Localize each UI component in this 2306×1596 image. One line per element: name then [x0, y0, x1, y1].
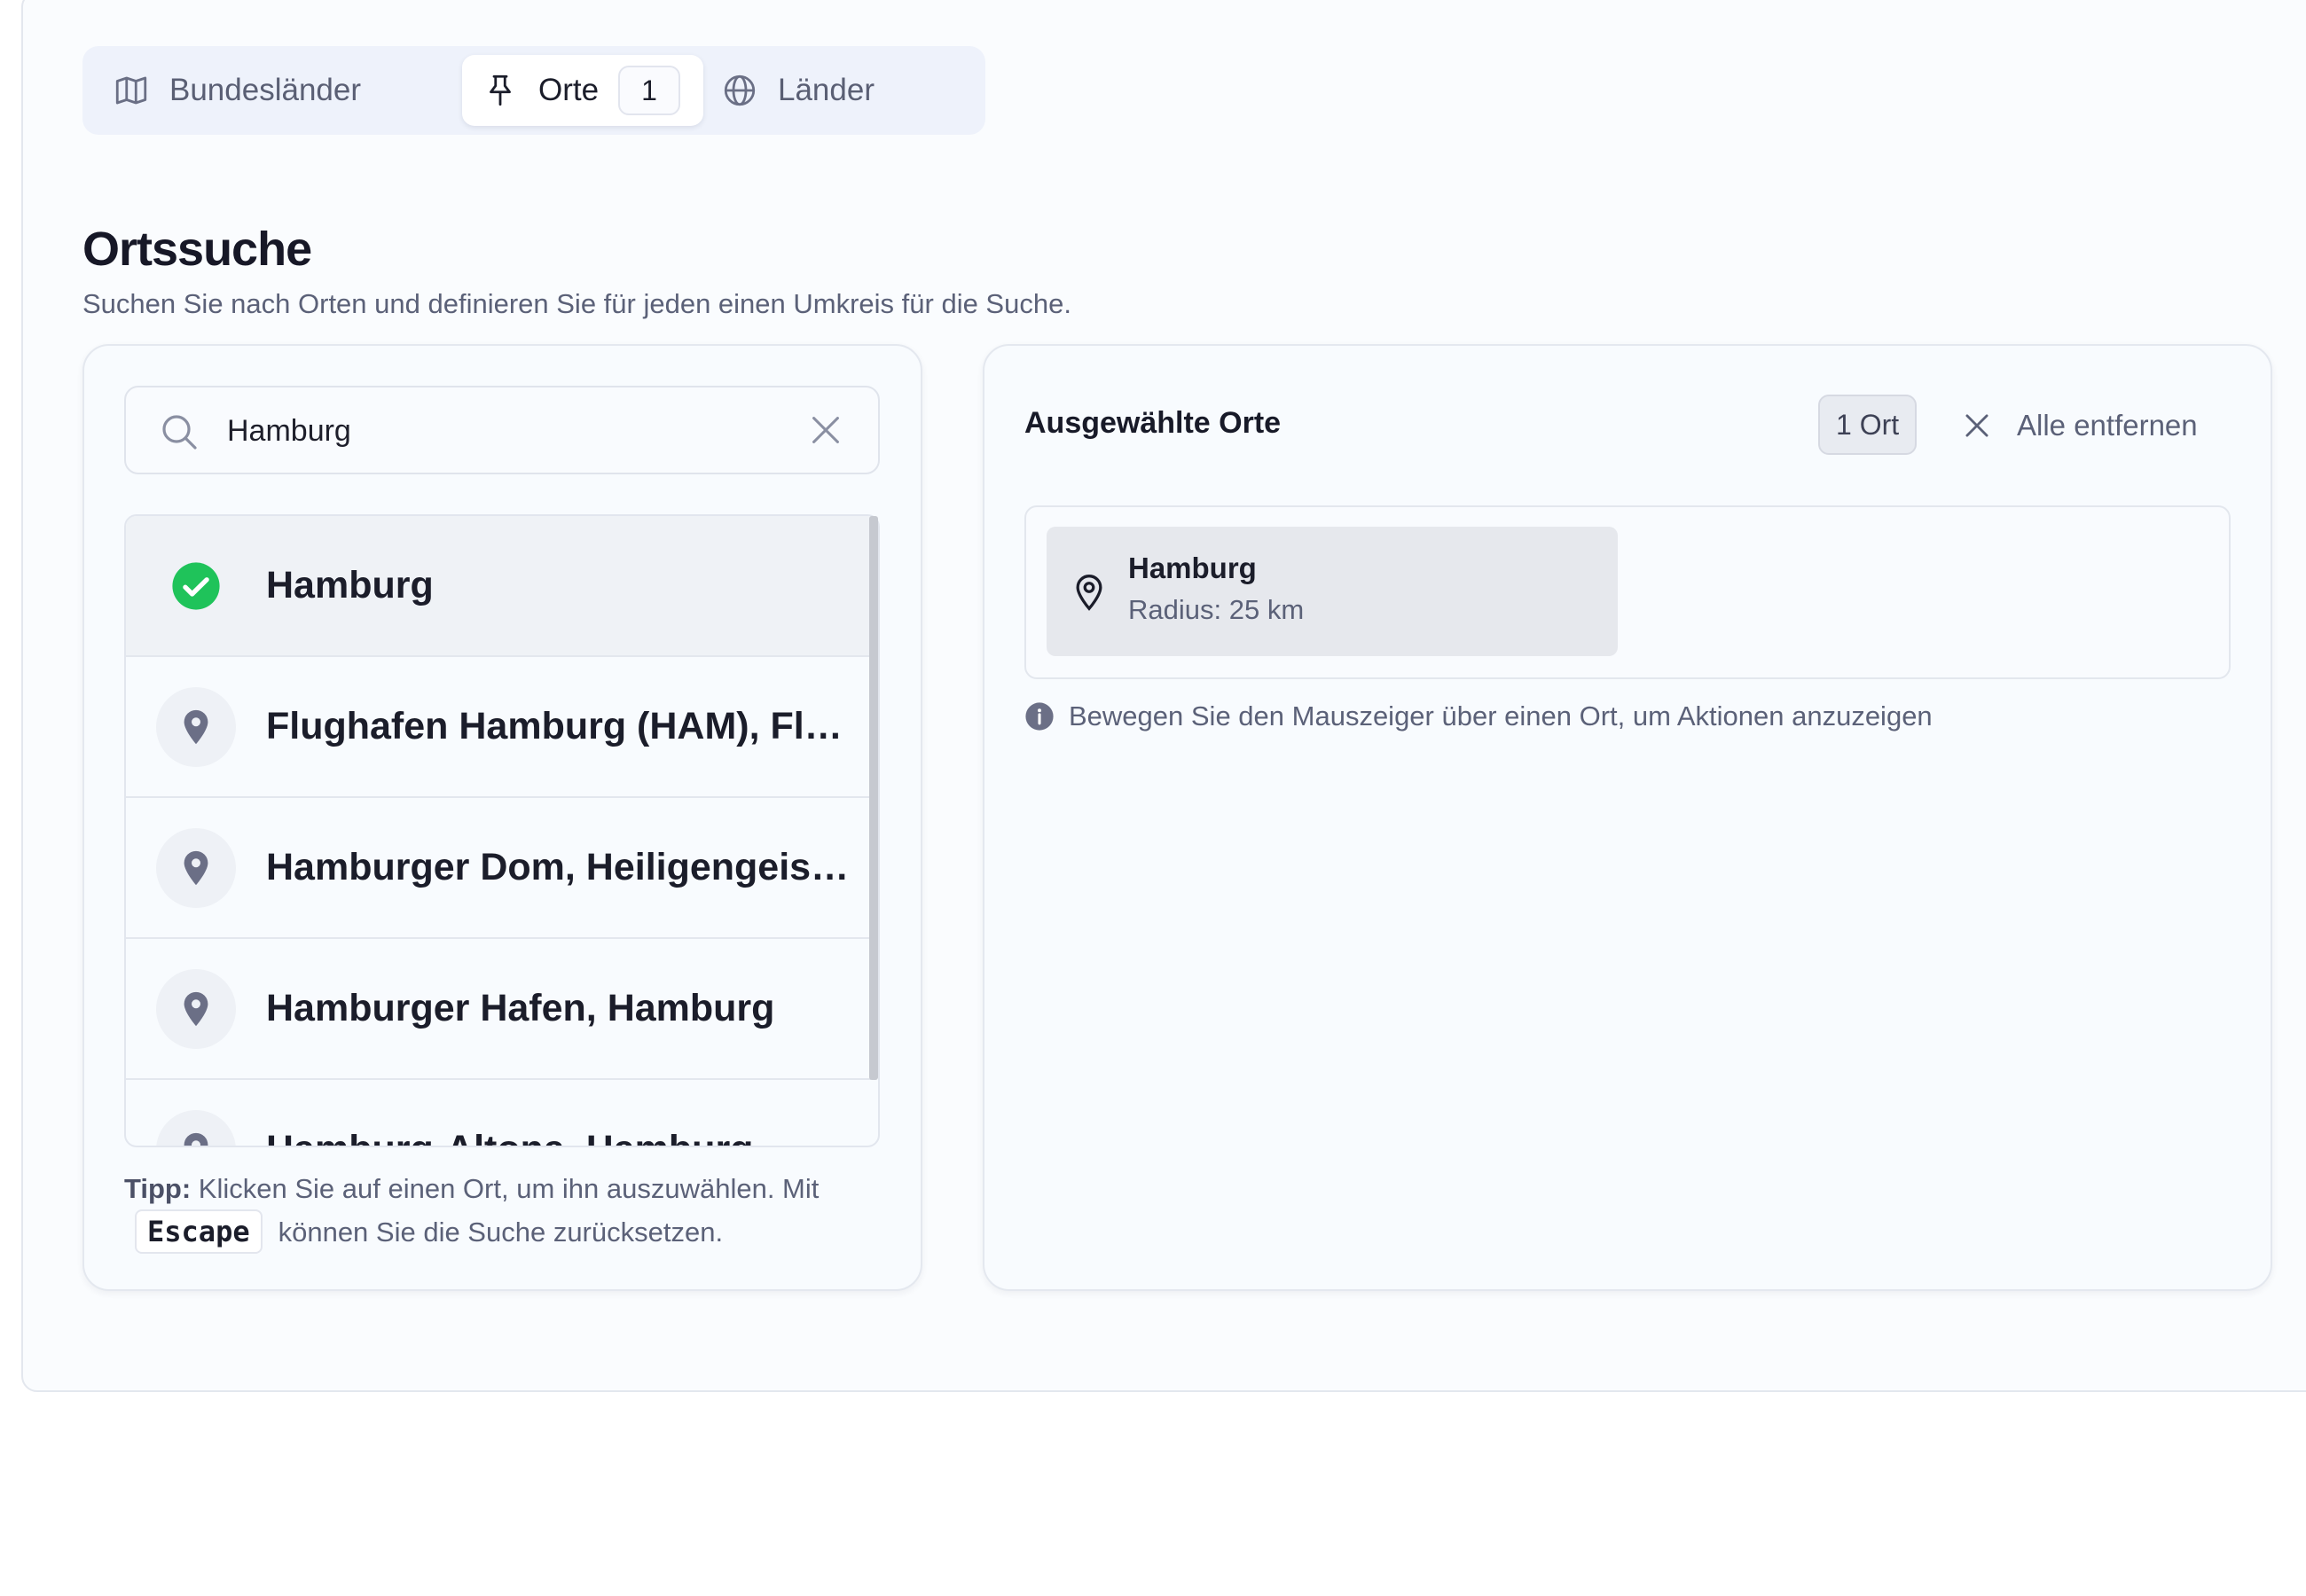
page-subtitle: Suchen Sie nach Orten und definieren Sie…: [82, 288, 1071, 319]
close-icon: [1965, 414, 1988, 437]
search-input[interactable]: [225, 405, 832, 457]
selected-place-name: Hamburg: [1128, 552, 1257, 584]
result-icon: [156, 686, 236, 767]
location-pin-icon: [184, 850, 208, 885]
map-icon: [115, 76, 147, 105]
pin-icon: [490, 74, 511, 106]
tab-orte[interactable]: Orte 1: [462, 55, 704, 126]
search-results-list[interactable]: Hamburg Flughafen Hamburg (HAM), Flughaf…: [124, 514, 880, 1147]
location-pin-icon: [184, 1132, 208, 1146]
globe-icon: [724, 74, 756, 106]
remove-all-label: Alle entfernen: [2017, 409, 2198, 442]
tab-label: Bundesländer: [169, 73, 361, 107]
close-icon[interactable]: [805, 410, 846, 450]
tab-count-badge: 1: [618, 66, 681, 115]
location-pin-outline-icon: [1076, 575, 1102, 611]
result-item[interactable]: Hamburger Hafen, Hamburg: [126, 939, 871, 1080]
hover-hint: Bewegen Sie den Mauszeiger über einen Or…: [1024, 700, 1933, 732]
results-scrollbar[interactable]: [869, 516, 878, 1080]
result-label: Flughafen Hamburg (HAM), Flughafen: [266, 705, 851, 747]
page-title: Ortssuche: [82, 223, 312, 276]
result-label: Hamburg-Altona, Hamburg: [266, 1128, 851, 1146]
info-icon: [1025, 702, 1054, 731]
search-box: [124, 386, 880, 474]
tip-prefix: Tipp:: [124, 1173, 192, 1204]
result-label: Hamburg: [266, 564, 434, 606]
hint-text: Bewegen Sie den Mauszeiger über einen Or…: [1069, 700, 1933, 732]
selected-place-chip[interactable]: Hamburg Radius: 25 km: [1047, 527, 1618, 656]
check-circle-icon: [172, 561, 220, 610]
result-icon: [156, 968, 236, 1049]
selected-places-title: Ausgewählte Orte: [1024, 406, 1282, 440]
result-label: Hamburger Hafen, Hamburg: [266, 987, 775, 1029]
result-icon: [156, 1109, 236, 1146]
location-pin-icon: [184, 991, 208, 1026]
tip-text: Tipp: Klicken Sie auf einen Ort, um ihn …: [124, 1169, 887, 1254]
result-icon: [156, 827, 236, 908]
selected-count-badge: 1 Ort: [1818, 395, 1918, 455]
remove-all-button[interactable]: Alle entfernen: [1960, 397, 2198, 454]
tip-text-2: können Sie die Suche zurücksetzen.: [278, 1217, 724, 1248]
result-label: Hamburger Dom, Heiligengeistfeld: [266, 846, 851, 888]
location-type-tabs: Bundesländer Orte 1 Länder: [82, 46, 985, 135]
result-item[interactable]: Hamburger Dom, Heiligengeistfeld: [126, 798, 871, 939]
escape-key-hint: Escape: [135, 1209, 263, 1254]
result-item-selected[interactable]: Hamburg: [126, 516, 871, 657]
location-pin-icon: [184, 709, 208, 744]
result-icon: [156, 546, 236, 626]
tip-text-1: Klicken Sie auf einen Ort, um ihn auszuw…: [191, 1173, 820, 1204]
result-item[interactable]: Hamburg-Altona, Hamburg: [126, 1080, 871, 1146]
selected-place-radius: Radius: 25 km: [1128, 594, 1305, 625]
tab-laender[interactable]: Länder: [721, 55, 875, 126]
tab-bundeslaender[interactable]: Bundesländer: [113, 55, 361, 126]
tab-label: Orte: [538, 73, 600, 107]
tab-label: Länder: [778, 73, 875, 107]
result-item[interactable]: Flughafen Hamburg (HAM), Flughafen: [126, 657, 871, 798]
search-icon: [162, 415, 197, 450]
selected-places-card: [983, 344, 2272, 1291]
